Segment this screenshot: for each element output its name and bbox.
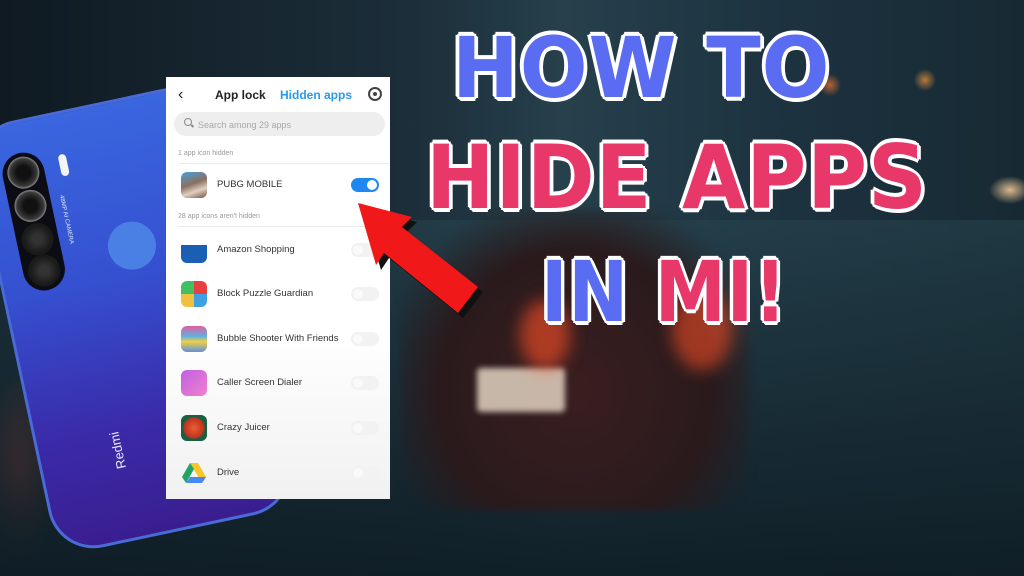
app-name: Amazon Shopping: [217, 244, 295, 255]
list-item[interactable]: Crazy Juicer: [166, 408, 390, 448]
title-word: MI!: [654, 243, 788, 341]
tab-app-lock[interactable]: App lock: [215, 88, 266, 102]
app-name: PUBG MOBILE: [217, 179, 283, 190]
hide-toggle[interactable]: [351, 376, 379, 390]
divider: [178, 163, 390, 164]
toggle-knob: [353, 423, 363, 433]
camera-module: [0, 148, 69, 295]
search-bar[interactable]: [174, 112, 385, 138]
flash-icon: [57, 153, 70, 177]
list-item[interactable]: Caller Screen Dialer: [166, 363, 390, 403]
pubg-app-icon: [181, 172, 207, 198]
header: ‹ App lock Hidden apps: [166, 77, 390, 113]
caller-screen-app-icon: [181, 370, 207, 396]
app-name: Bubble Shooter With Friends: [217, 333, 339, 344]
hide-toggle[interactable]: [351, 332, 379, 346]
amazon-app-icon: [181, 237, 207, 263]
visible-section-label: 28 app icons aren't hidden: [178, 213, 260, 220]
title-word: IN: [541, 243, 630, 341]
fingerprint-sensor: [103, 217, 161, 275]
title-line-1: HOW TO: [452, 26, 830, 110]
drive-logo: [182, 463, 206, 483]
list-item[interactable]: Drive: [166, 453, 390, 493]
toggle-knob: [353, 468, 363, 478]
app-name: Drive: [217, 467, 240, 478]
hidden-section-label: 1 app icon hidden: [178, 150, 234, 157]
title-word: TO: [706, 19, 831, 117]
gear-icon[interactable]: [368, 87, 382, 101]
app-name: Crazy Juicer: [217, 422, 270, 433]
drive-app-icon: [181, 460, 207, 486]
search-icon: [184, 118, 192, 126]
search-input[interactable]: [196, 112, 380, 138]
camera-lens-icon: [18, 220, 57, 259]
toggle-knob: [367, 180, 377, 190]
title-word: APPS: [681, 126, 928, 229]
camera-lens-icon: [4, 153, 43, 192]
hide-toggle[interactable]: [351, 421, 379, 435]
toggle-knob: [353, 334, 363, 344]
app-name: Block Puzzle Guardian: [217, 288, 314, 299]
license-plate: [477, 368, 565, 412]
title-word: HIDE: [426, 126, 653, 229]
hide-toggle[interactable]: [351, 466, 379, 480]
camera-lens-icon: [11, 186, 50, 225]
tab-hidden-apps[interactable]: Hidden apps: [280, 88, 352, 102]
bubble-shooter-app-icon: [181, 326, 207, 352]
camera-label: 48MP AI CAMERA: [57, 194, 75, 245]
list-item[interactable]: Bubble Shooter With Friends: [166, 319, 390, 359]
crazy-juicer-app-icon: [181, 415, 207, 441]
block-puzzle-app-icon: [181, 281, 207, 307]
toggle-knob: [353, 378, 363, 388]
title-word: HOW: [452, 19, 678, 117]
app-name: Caller Screen Dialer: [217, 377, 303, 388]
brand-logo: Redmi: [106, 430, 129, 471]
title-line-2: HIDE APPS: [426, 134, 928, 222]
hide-toggle[interactable]: [351, 178, 379, 192]
chevron-left-icon[interactable]: ‹: [178, 86, 183, 104]
title-line-3: IN MI!: [541, 250, 787, 334]
camera-lens-icon: [25, 251, 64, 290]
